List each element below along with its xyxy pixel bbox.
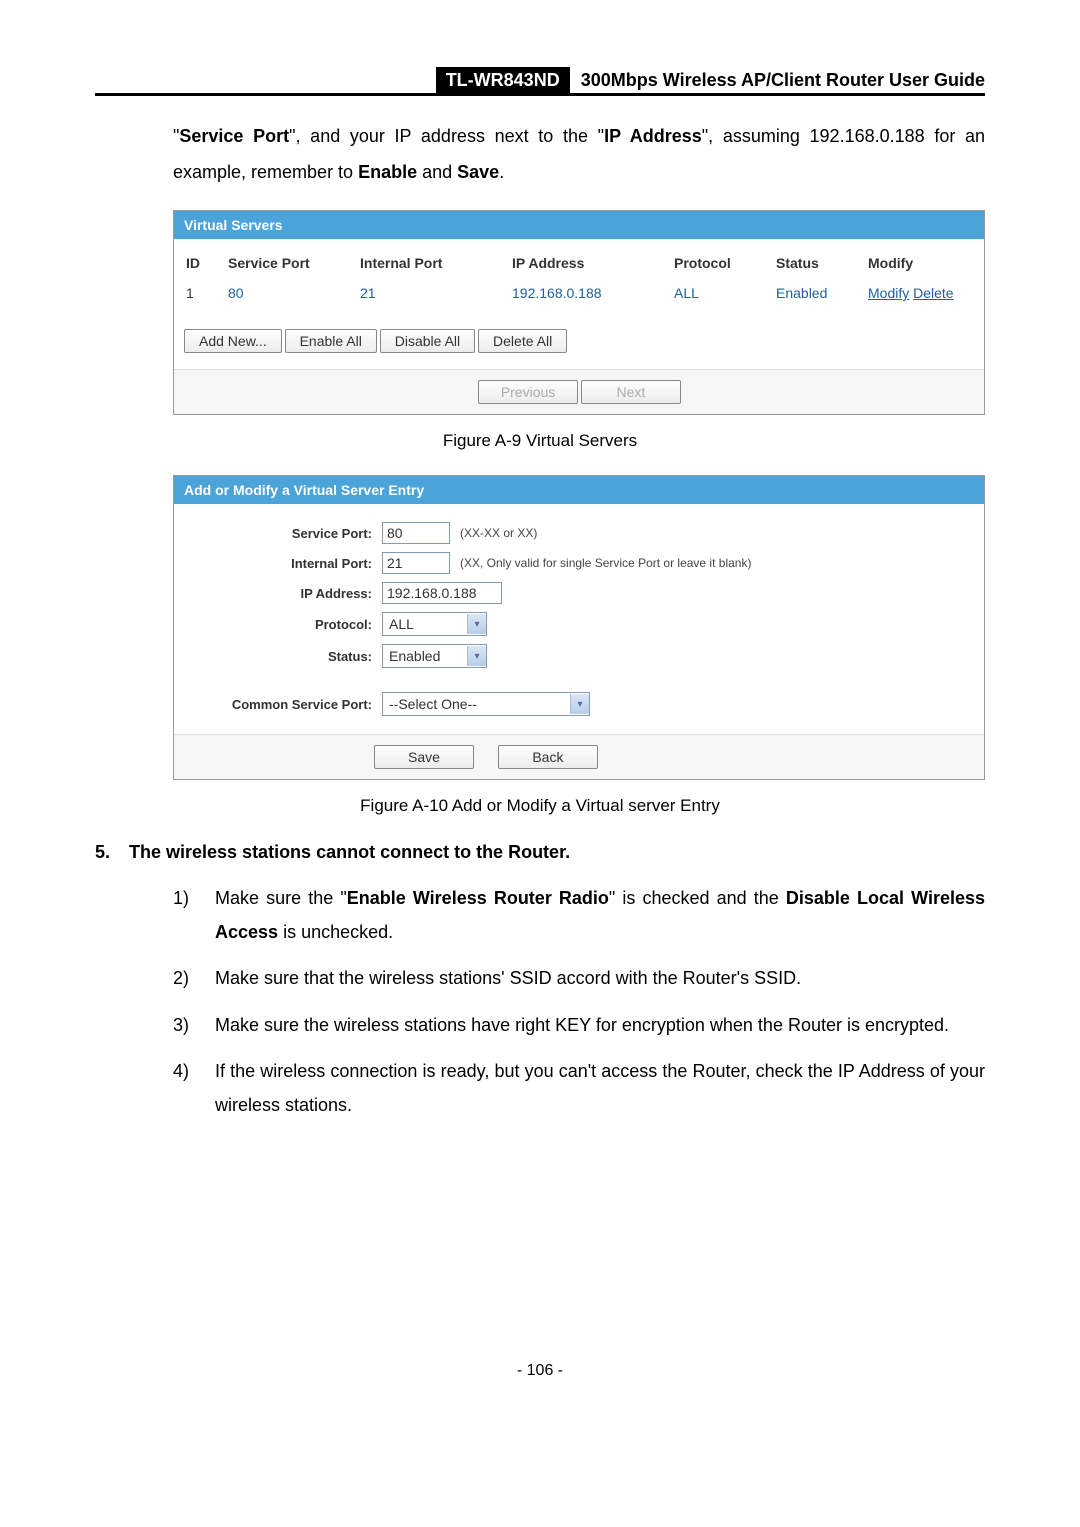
td-protocol: ALL — [668, 279, 770, 307]
panel-title-add-modify: Add or Modify a Virtual Server Entry — [174, 476, 984, 504]
figure-a10-caption: Figure A-10 Add or Modify a Virtual serv… — [95, 796, 985, 816]
section-5-heading: 5. The wireless stations cannot connect … — [95, 842, 985, 863]
header-title: 300Mbps Wireless AP/Client Router User G… — [575, 70, 985, 90]
th-modify: Modify — [862, 247, 978, 279]
th-id: ID — [180, 247, 222, 279]
back-button[interactable]: Back — [498, 745, 598, 769]
action-button-row: Add New... Enable All Disable All Delete… — [180, 329, 978, 353]
sub-list: 1) Make sure the "Enable Wireless Router… — [173, 881, 985, 1122]
list-item: 1) Make sure the "Enable Wireless Router… — [173, 881, 985, 949]
ip-address-input[interactable] — [382, 582, 502, 604]
hint-internal-port: (XX, Only valid for single Service Port … — [450, 556, 751, 570]
td-service-port: 80 — [222, 279, 354, 307]
td-status: Enabled — [770, 279, 862, 307]
model-label: TL-WR843ND — [436, 67, 570, 95]
td-id: 1 — [180, 279, 222, 307]
list-item: 3) Make sure the wireless stations have … — [173, 1008, 985, 1042]
pager-row: Previous Next — [174, 369, 984, 414]
virtual-servers-panel: Virtual Servers ID Service Port Internal… — [173, 210, 985, 415]
th-service-port: Service Port — [222, 247, 354, 279]
protocol-select-value: ALL — [383, 616, 467, 632]
table-header-row: ID Service Port Internal Port IP Address… — [180, 247, 978, 279]
label-service-port: Service Port: — [182, 526, 382, 541]
td-internal-port: 21 — [354, 279, 506, 307]
label-ip-address: IP Address: — [182, 586, 382, 601]
status-select[interactable]: Enabled ▾ — [382, 644, 487, 668]
service-port-input[interactable] — [382, 522, 450, 544]
th-status: Status — [770, 247, 862, 279]
disable-all-button[interactable]: Disable All — [380, 329, 475, 353]
label-common-service-port: Common Service Port: — [182, 697, 382, 712]
label-internal-port: Internal Port: — [182, 556, 382, 571]
common-service-port-select[interactable]: --Select One-- ▾ — [382, 692, 590, 716]
status-select-value: Enabled — [383, 648, 467, 664]
modify-link[interactable]: Modify — [868, 285, 909, 301]
virtual-servers-table: ID Service Port Internal Port IP Address… — [180, 247, 978, 307]
table-row: 1 80 21 192.168.0.188 ALL Enabled Modify… — [180, 279, 978, 307]
save-button[interactable]: Save — [374, 745, 474, 769]
th-ip-address: IP Address — [506, 247, 668, 279]
page-header: TL-WR843ND 300Mbps Wireless AP/Client Ro… — [95, 70, 985, 96]
csp-select-value: --Select One-- — [383, 696, 570, 712]
list-item: 2) Make sure that the wireless stations'… — [173, 961, 985, 995]
delete-all-button[interactable]: Delete All — [478, 329, 567, 353]
hint-service-port: (XX-XX or XX) — [450, 526, 537, 540]
save-back-row: Save Back — [174, 734, 984, 779]
chevron-down-icon: ▾ — [467, 646, 486, 666]
label-protocol: Protocol: — [182, 617, 382, 632]
th-internal-port: Internal Port — [354, 247, 506, 279]
td-ip-address: 192.168.0.188 — [506, 279, 668, 307]
intro-paragraph: "Service Port", and your IP address next… — [173, 118, 985, 190]
panel-title-virtual-servers: Virtual Servers — [174, 211, 984, 239]
td-modify: Modify Delete — [862, 279, 978, 307]
protocol-select[interactable]: ALL ▾ — [382, 612, 487, 636]
th-protocol: Protocol — [668, 247, 770, 279]
page-number: - 106 - — [95, 1362, 985, 1380]
list-item: 4) If the wireless connection is ready, … — [173, 1054, 985, 1122]
internal-port-input[interactable] — [382, 552, 450, 574]
enable-all-button[interactable]: Enable All — [285, 329, 377, 353]
label-status: Status: — [182, 649, 382, 664]
previous-button[interactable]: Previous — [478, 380, 578, 404]
add-modify-panel: Add or Modify a Virtual Server Entry Ser… — [173, 475, 985, 780]
figure-a9-caption: Figure A-9 Virtual Servers — [95, 431, 985, 451]
add-new-button[interactable]: Add New... — [184, 329, 282, 353]
chevron-down-icon: ▾ — [570, 694, 589, 714]
chevron-down-icon: ▾ — [467, 614, 486, 634]
next-button[interactable]: Next — [581, 380, 681, 404]
delete-link[interactable]: Delete — [913, 285, 953, 301]
